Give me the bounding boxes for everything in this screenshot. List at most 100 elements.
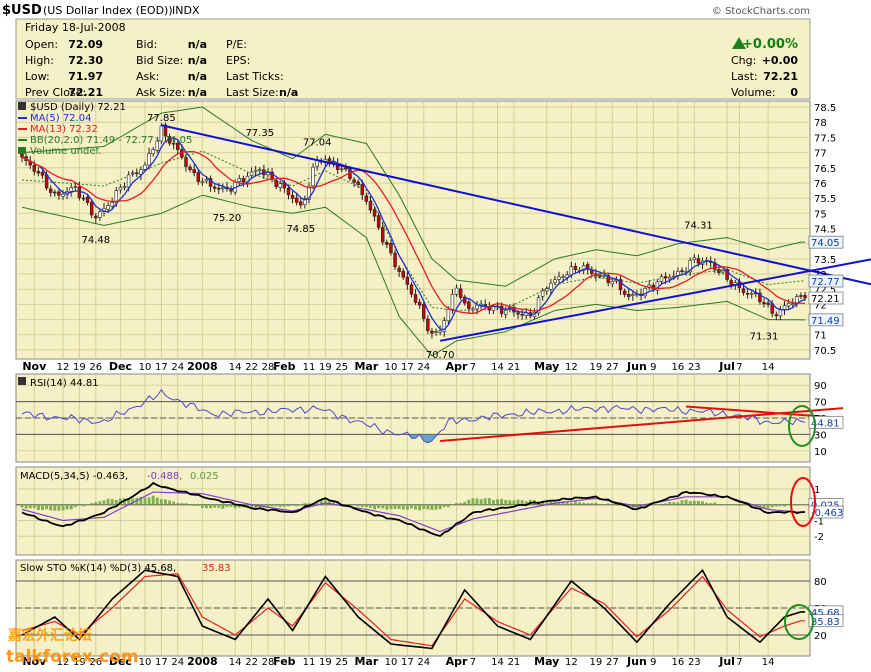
macd-histogram-bar [36, 504, 40, 510]
macd-histogram-bar [213, 504, 217, 508]
macd-histogram-bar [672, 502, 676, 505]
candle-body [413, 294, 418, 303]
macd-histogram-bar [766, 504, 770, 509]
macd-histogram-bar [803, 504, 807, 505]
macd-histogram-bar [295, 504, 299, 507]
volume-label: Volume: [731, 86, 776, 99]
macd-histogram-bar [397, 504, 401, 509]
macd-histogram-bar [463, 501, 467, 505]
macd-histogram-bar [82, 504, 85, 507]
chg-label: Chg: [731, 54, 756, 67]
price-legend: $USD (Daily) 72.21 [30, 102, 126, 113]
macd-histogram-bar [393, 504, 397, 509]
candle-body [372, 209, 377, 217]
candle-body [274, 180, 278, 188]
candle-body [405, 276, 410, 285]
macd-histogram-bar [774, 504, 778, 507]
macd-histogram-bar [451, 504, 454, 506]
sto-x-tick-label: 23 [688, 657, 701, 668]
price-y-tick-label: 76.5 [814, 164, 836, 175]
candle-body [393, 252, 397, 268]
price-x-tick-label: 12 [57, 362, 70, 373]
bid-value: n/a [188, 38, 207, 51]
macd-histogram-bar [516, 499, 520, 505]
candle-body [376, 215, 381, 228]
macd-histogram-bar [590, 503, 594, 505]
candle-body [676, 271, 680, 276]
macd-histogram-bar [496, 499, 499, 505]
low-value: 71.97 [68, 70, 103, 83]
candle-body [327, 158, 332, 162]
macd-histogram-bar [356, 504, 360, 507]
macd-histogram-bar [668, 501, 672, 505]
price-x-tick-label: Apr [446, 360, 468, 373]
macd-histogram-bar [205, 504, 208, 509]
candle-body [741, 288, 746, 293]
macd-histogram-bar [176, 503, 180, 505]
candle-body [622, 290, 627, 295]
macd-histogram-bar [192, 504, 196, 507]
sto-legend: Slow STO %K(14) %D(3) 45.68, [20, 563, 176, 574]
candle-body [32, 165, 37, 172]
macd-histogram-bar [692, 500, 696, 505]
prev-close-value: 72.21 [68, 86, 103, 99]
macd-histogram-bar [401, 504, 405, 510]
last-label: Last: [731, 70, 758, 83]
macd-histogram-bar [578, 502, 581, 505]
candle-body [20, 153, 24, 158]
macd-histogram-bar [783, 504, 786, 507]
low-label: Low: [25, 70, 50, 83]
macd-histogram-bar [614, 504, 618, 506]
sto-x-tick-label: 11 [303, 657, 316, 668]
macd-histogram-bar [737, 504, 741, 506]
macd-legend: MACD(5,34,5) -0.463, [20, 471, 128, 482]
macd-histogram-bar [151, 495, 155, 505]
macd-histogram-bar [278, 504, 282, 507]
candle-body [192, 169, 196, 173]
candle-body [438, 330, 442, 333]
price-y-tick-label: 71 [814, 331, 827, 342]
candle-body [212, 186, 217, 189]
sto-x-tick-label: 9 [650, 657, 656, 668]
candle-body [126, 174, 131, 188]
macd-histogram-bar [20, 504, 24, 508]
macd-histogram-bar [569, 502, 573, 505]
candle-body [540, 290, 545, 297]
candle-body [360, 183, 364, 195]
macd-histogram-bar [410, 504, 413, 509]
candle-body [450, 294, 455, 310]
macd-histogram-bar [504, 500, 508, 505]
price-x-tick-label: 12 [565, 362, 578, 373]
macd-histogram-bar [73, 504, 77, 508]
macd-histogram-bar [77, 504, 81, 506]
candle-body [135, 172, 139, 175]
macd-histogram-bar [110, 499, 114, 505]
price-y-tick-label: 75 [814, 209, 827, 220]
price-y-tick-label: 78 [814, 118, 827, 129]
macd-histogram-bar [717, 504, 721, 505]
macd-histogram-bar [598, 504, 602, 506]
macd-histogram-bar [696, 500, 700, 505]
macd-histogram-bar [684, 499, 688, 505]
bb-legend: BB(20,2.0) 71.49 - 72.77 - 74.05 [30, 135, 192, 146]
macd-histogram-bar [229, 504, 233, 507]
candle-body [69, 187, 73, 192]
high-value: 72.30 [68, 54, 103, 67]
sto-right-tag: 35.83 [811, 617, 840, 628]
last-size-label: Last Size: [226, 86, 279, 99]
candle-body [311, 166, 315, 187]
candle-body [417, 301, 422, 306]
price-x-tick-label: 19 [319, 362, 332, 373]
macd-histogram-bar [69, 504, 73, 510]
price-annotation-label: 77.04 [303, 137, 332, 148]
candle-body [118, 187, 123, 191]
macd-histogram-bar [61, 504, 65, 511]
macd-histogram-bar [602, 504, 606, 505]
candle-body [389, 242, 393, 254]
price-x-tick-label: 9 [650, 362, 656, 373]
sto-d-legend: 35.83 [202, 563, 231, 574]
sto-y-tick-label: 80 [814, 577, 827, 588]
price-x-tick-label: 14 [229, 362, 242, 373]
candle-body [782, 305, 787, 310]
macd-histogram-bar [606, 503, 610, 505]
